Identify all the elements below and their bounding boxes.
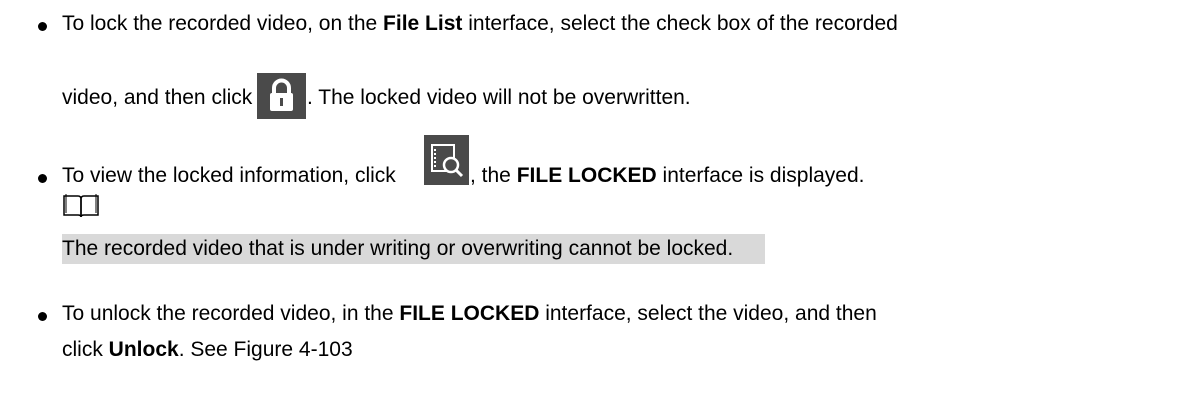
text: click (62, 338, 109, 361)
text: interface is displayed. (656, 164, 865, 187)
ui-term: Unlock (108, 338, 179, 361)
ui-term: FILE LOCKED (399, 302, 540, 325)
bullet-3-line-2: click Unlock. See Figure 4-103 (62, 338, 353, 362)
text: To unlock the recorded video, in the (62, 302, 400, 325)
bullet-2-line: To view the locked information, click (62, 164, 396, 188)
bullet-2-line-end: , the FILE LOCKED interface is displayed… (470, 164, 864, 188)
ui-term: File List (383, 12, 463, 35)
lock-icon (257, 73, 306, 119)
text: interface, select the video, and then (539, 302, 877, 325)
bullet-1-line-1: To lock the recorded video, on the File … (62, 12, 898, 36)
text: , the (470, 164, 517, 187)
bullet-dot (38, 174, 47, 183)
file-search-icon (424, 135, 469, 185)
bullet-1-line-2-end: . The locked video will not be overwritt… (307, 86, 691, 110)
text: interface, select the check box of the r… (462, 12, 898, 35)
text: video, and then click (62, 86, 253, 109)
book-icon (62, 193, 100, 219)
bullet-1-line-2: video, and then click (62, 86, 252, 110)
text: To lock the recorded video, on the (62, 12, 384, 35)
text: . See Figure 4-103 (178, 338, 353, 361)
ui-term: FILE LOCKED (516, 164, 657, 187)
bullet-dot (38, 22, 47, 31)
note-text: The recorded video that is under writing… (62, 237, 733, 261)
text: . The locked video will not be overwritt… (307, 86, 691, 109)
bullet-dot (38, 312, 47, 321)
bullet-3-line-1: To unlock the recorded video, in the FIL… (62, 302, 877, 326)
text: To view the locked information, click (62, 164, 396, 187)
text: The recorded video that is under writing… (62, 237, 734, 260)
